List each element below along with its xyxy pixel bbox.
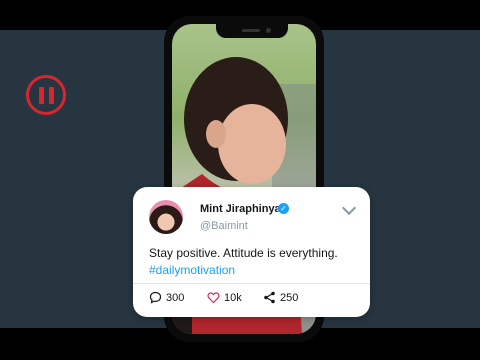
comment-count: 300 xyxy=(166,291,185,304)
hashtag-link[interactable]: #dailymotivation xyxy=(149,263,235,277)
user-handle[interactable]: @Baimint xyxy=(200,220,248,232)
like-button[interactable]: 10k xyxy=(207,291,242,304)
verified-badge-icon: ✓ xyxy=(278,203,289,214)
comment-button[interactable]: 300 xyxy=(149,291,184,304)
comment-icon xyxy=(149,291,162,304)
speaker-grille xyxy=(242,29,260,32)
display-name[interactable]: Mint Jiraphinya xyxy=(200,203,281,215)
share-button[interactable]: 250 xyxy=(263,291,298,304)
pause-button[interactable] xyxy=(26,75,66,115)
heart-icon xyxy=(207,292,220,304)
avatar[interactable] xyxy=(149,200,183,234)
pause-icon-bar xyxy=(48,86,54,104)
share-count: 250 xyxy=(280,291,299,304)
tweet-text: Stay positive. Attitude is everything. xyxy=(149,246,338,260)
like-count: 10k xyxy=(224,291,242,304)
divider xyxy=(133,283,370,284)
chevron-down-icon[interactable] xyxy=(341,200,357,216)
pause-icon xyxy=(38,86,44,104)
phone-notch xyxy=(216,24,288,38)
front-camera xyxy=(266,28,271,33)
share-icon xyxy=(264,291,275,304)
tweet-card: Mint Jiraphinya ✓ @Baimint Stay positive… xyxy=(133,187,370,317)
